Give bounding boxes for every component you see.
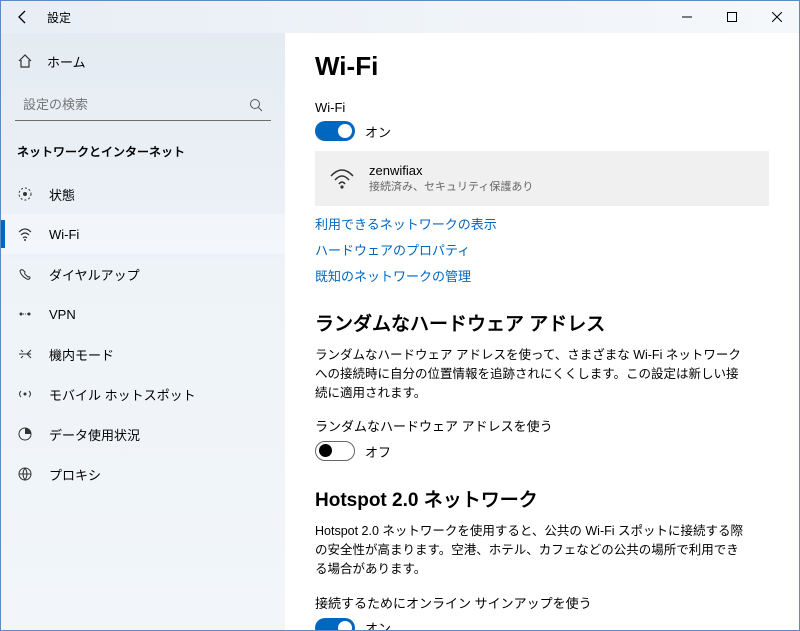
hotspot20-toggle-state: オン: [365, 618, 391, 630]
sidebar-item-wifi[interactable]: Wi-Fi: [1, 214, 285, 254]
sidebar-item-status[interactable]: 状態: [1, 174, 285, 214]
back-button[interactable]: [7, 9, 39, 25]
sidebar-item-dialup[interactable]: ダイヤルアップ: [1, 254, 285, 294]
search-input[interactable]: [23, 97, 223, 112]
data-usage-icon: [17, 426, 33, 442]
hotspot20-toggle-label: 接続するためにオンライン サインアップを使う: [315, 593, 769, 612]
random-hw-toggle[interactable]: [315, 441, 355, 461]
page-title: Wi-Fi: [315, 51, 769, 82]
hotspot20-toggle[interactable]: [315, 618, 355, 631]
sidebar-item-label: VPN: [49, 307, 76, 322]
link-hardware-properties[interactable]: ハードウェアのプロパティ: [315, 240, 769, 259]
hotspot-icon: [17, 386, 33, 402]
minimize-button[interactable]: [664, 1, 709, 33]
home-icon: [17, 53, 33, 69]
random-hw-desc: ランダムなハードウェア アドレスを使って、さまざまな Wi-Fi ネットワークへ…: [315, 346, 745, 402]
sidebar-item-datausage[interactable]: データ使用状況: [1, 414, 285, 454]
sidebar-item-vpn[interactable]: VPN: [1, 294, 285, 334]
proxy-icon: [17, 466, 33, 482]
wifi-icon: [17, 226, 33, 242]
sidebar-item-airplane[interactable]: 機内モード: [1, 334, 285, 374]
search-icon: [249, 98, 263, 112]
home-button[interactable]: ホーム: [1, 43, 285, 79]
content-panel: Wi-Fi Wi-Fi オン zenwifiax 接続済み、セキュリティ保護あり…: [285, 33, 799, 630]
maximize-button[interactable]: [709, 1, 754, 33]
sidebar: ホーム ネットワークとインターネット 状態 Wi-Fi ダイヤルアップ VPN …: [1, 33, 285, 630]
sidebar-item-label: 機内モード: [49, 345, 114, 364]
sidebar-item-label: データ使用状況: [49, 425, 140, 444]
hotspot20-heading: Hotspot 2.0 ネットワーク: [315, 485, 769, 512]
wifi-signal-icon: [329, 166, 355, 192]
sidebar-item-label: モバイル ホットスポット: [49, 385, 196, 404]
current-network-card[interactable]: zenwifiax 接続済み、セキュリティ保護あり: [315, 151, 769, 206]
wifi-toggle-state: オン: [365, 122, 391, 141]
wifi-toggle-label: Wi-Fi: [315, 100, 769, 115]
link-available-networks[interactable]: 利用できるネットワークの表示: [315, 214, 769, 233]
search-box[interactable]: [15, 89, 271, 121]
sidebar-section-title: ネットワークとインターネット: [1, 135, 285, 174]
network-ssid: zenwifiax: [369, 163, 533, 178]
airplane-icon: [17, 346, 33, 362]
random-hw-toggle-label: ランダムなハードウェア アドレスを使う: [315, 416, 769, 435]
close-button[interactable]: [754, 1, 799, 33]
sidebar-item-label: 状態: [49, 185, 75, 204]
titlebar: 設定: [1, 1, 799, 33]
random-hw-toggle-state: オフ: [365, 442, 391, 461]
sidebar-item-proxy[interactable]: プロキシ: [1, 454, 285, 494]
window-title: 設定: [47, 9, 71, 26]
sidebar-item-label: プロキシ: [49, 465, 101, 484]
wifi-toggle[interactable]: [315, 121, 355, 141]
status-icon: [17, 186, 33, 202]
sidebar-item-hotspot[interactable]: モバイル ホットスポット: [1, 374, 285, 414]
network-status: 接続済み、セキュリティ保護あり: [369, 178, 533, 194]
home-label: ホーム: [47, 52, 86, 71]
link-known-networks[interactable]: 既知のネットワークの管理: [315, 266, 769, 285]
hotspot20-desc: Hotspot 2.0 ネットワークを使用すると、公共の Wi-Fi スポットに…: [315, 522, 745, 578]
random-hw-heading: ランダムなハードウェア アドレス: [315, 309, 769, 336]
sidebar-item-label: Wi-Fi: [49, 227, 79, 242]
vpn-icon: [17, 306, 33, 322]
dialup-icon: [17, 266, 33, 282]
sidebar-item-label: ダイヤルアップ: [49, 265, 140, 284]
